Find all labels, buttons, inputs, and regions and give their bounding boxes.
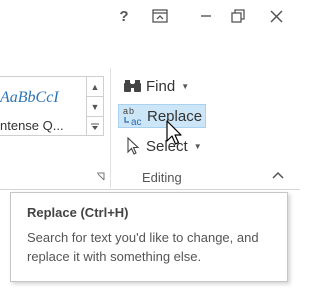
replace-tooltip: Replace (Ctrl+H) Search for text you'd l… (10, 192, 288, 282)
tooltip-description: Search for text you'd like to change, an… (27, 230, 259, 264)
binoculars-icon (120, 78, 146, 94)
ribbon-display-options-icon (152, 9, 168, 23)
restore-window-button[interactable] (224, 5, 252, 27)
replace-icon: a b ac (121, 105, 147, 127)
group-separator (110, 68, 111, 188)
chevron-down-icon: ▼ (181, 81, 190, 91)
gallery-more-button[interactable] (87, 117, 103, 137)
svg-text:b: b (129, 106, 134, 116)
select-button[interactable]: Select ▼ (118, 134, 208, 158)
replace-button[interactable]: a b ac Replace (118, 104, 206, 128)
select-pointer-icon (120, 137, 146, 155)
editing-group-label: Editing (142, 170, 182, 185)
ribbon-display-options-button[interactable] (146, 5, 174, 27)
styles-gallery-scroll: ▲ ▼ (86, 76, 104, 136)
style-name: ntense Q... (0, 118, 64, 133)
svg-text:a: a (123, 106, 128, 116)
styles-gallery[interactable]: AaBbCcI ntense Q... (0, 76, 88, 136)
close-icon (269, 9, 283, 23)
style-preview: AaBbCcI (0, 89, 59, 106)
chevron-down-icon: ▼ (193, 141, 202, 151)
collapse-ribbon-button[interactable] (272, 168, 284, 182)
mouse-cursor-icon (166, 120, 182, 145)
minimize-button[interactable] (192, 5, 220, 27)
help-button[interactable]: ? (110, 5, 138, 27)
gallery-scroll-up-button[interactable]: ▲ (87, 77, 103, 97)
svg-text:ac: ac (131, 117, 142, 127)
chevron-up-icon (272, 171, 284, 179)
find-label: Find (146, 77, 176, 95)
ribbon: AaBbCcI ntense Q... ▲ ▼ Find ▼ a b ac Re… (0, 68, 300, 190)
find-button[interactable]: Find ▼ (118, 74, 208, 98)
close-button[interactable] (262, 5, 290, 27)
tooltip-title: Replace (Ctrl+H) (27, 205, 129, 220)
restore-window-icon (231, 9, 245, 23)
title-bar: ? (0, 0, 300, 34)
gallery-scroll-down-button[interactable]: ▼ (87, 97, 103, 117)
more-icon (91, 123, 99, 130)
help-label: ? (119, 7, 129, 25)
styles-dialog-launcher[interactable] (96, 172, 105, 184)
minimize-icon (201, 15, 211, 17)
dialog-launcher-icon (97, 172, 105, 181)
